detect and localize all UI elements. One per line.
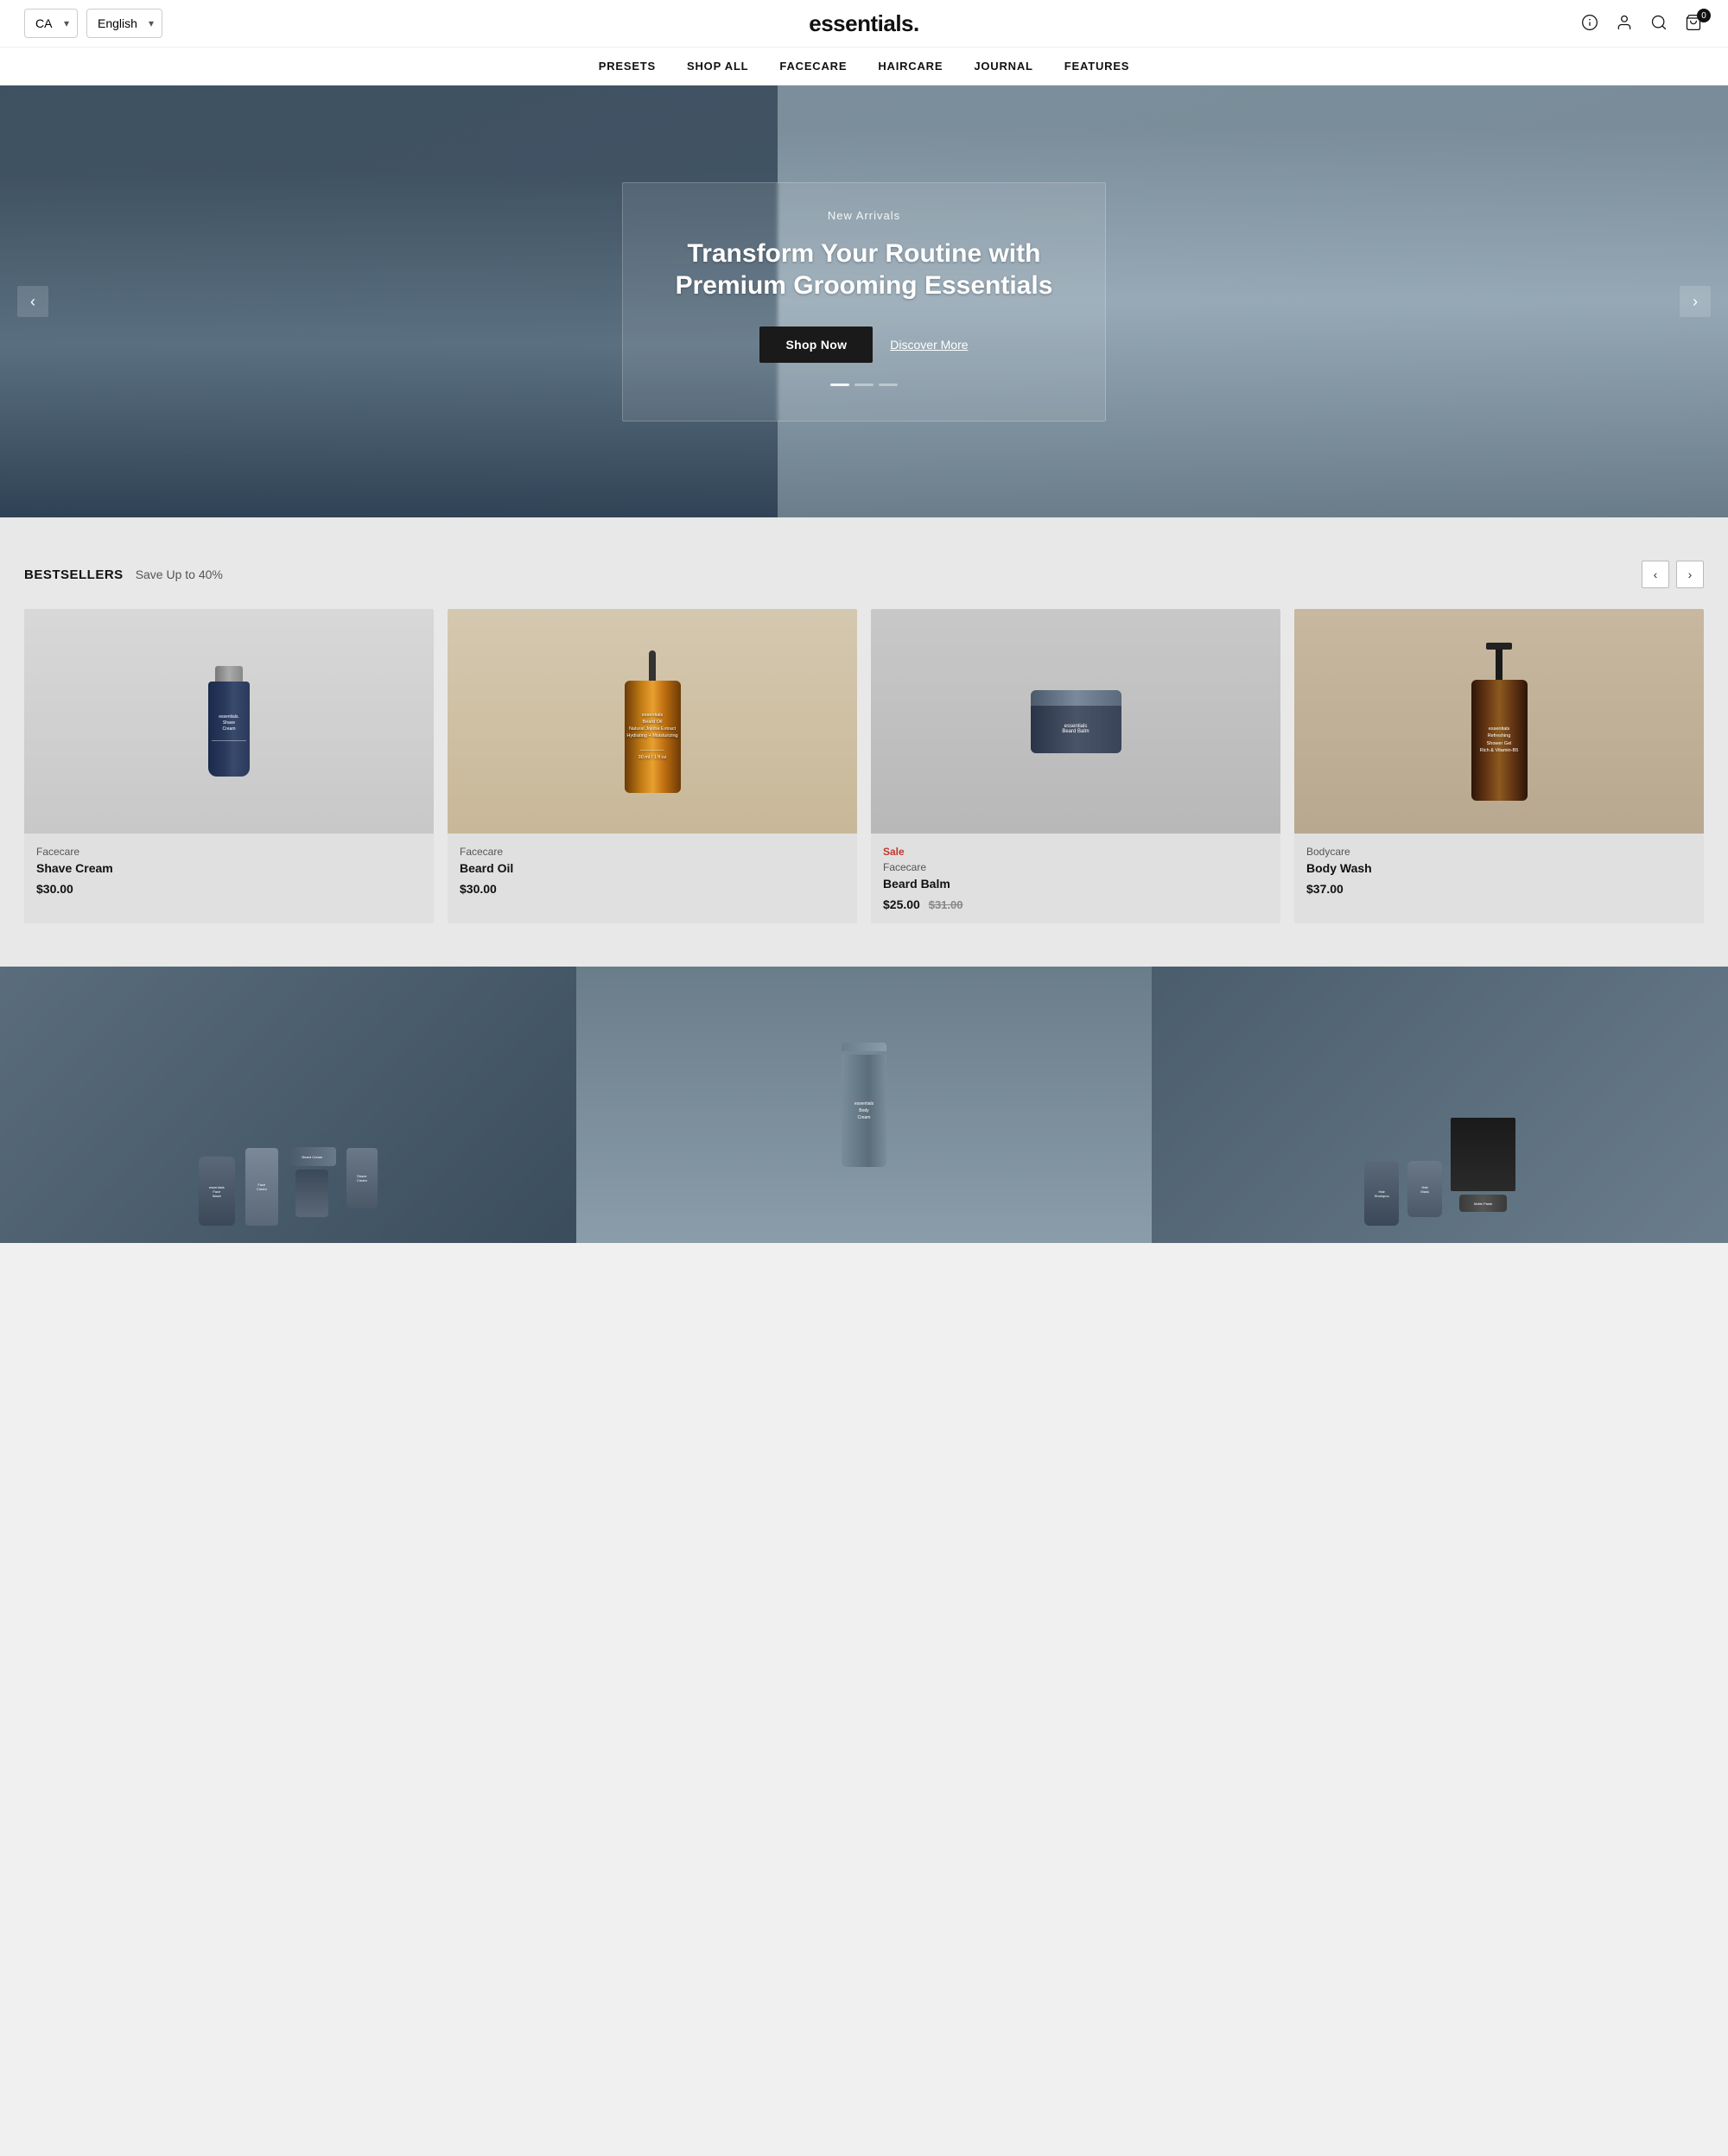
hero-dot-1[interactable] [830, 384, 849, 386]
language-select-wrapper: English [86, 9, 162, 38]
hero-content: New Arrivals Transform Your Routine with… [605, 165, 1123, 439]
shop-now-button[interactable]: Shop Now [759, 327, 873, 363]
header-top: CA English essentials. 0 [0, 0, 1728, 47]
hero-buttons: Shop Now Discover More [658, 327, 1070, 363]
hero-tag: New Arrivals [658, 209, 1070, 222]
body-wash-pump-neck [1496, 650, 1502, 680]
shave-cream-body: essentials.ShaveCream———————— [208, 682, 250, 777]
hero-prev-button[interactable]: ‹ [17, 286, 48, 317]
banner-panel-haircare[interactable]: HairShampoo HairMask Matte Paste [1152, 967, 1728, 1243]
banner-section: essentialsFaceWash FaceCream Beard Cream… [0, 967, 1728, 1243]
product-category-shave-cream: Facecare [36, 846, 422, 858]
bestsellers-subtitle: Save Up to 40% [136, 568, 223, 581]
bestsellers-nav: ‹ › [1642, 561, 1704, 588]
cart-count: 0 [1697, 9, 1711, 22]
nav-features[interactable]: FEATURES [1064, 60, 1130, 73]
product-image-shave-cream: essentials.ShaveCream———————— [24, 609, 434, 834]
product-name-beard-oil: Beard Oil [460, 861, 845, 875]
body-wash-pump-head [1486, 643, 1512, 650]
site-logo[interactable]: essentials. [809, 10, 918, 37]
country-select-wrapper: CA [24, 9, 78, 38]
beard-oil-label: essentialsBeard OilNatural Jojoba Extrac… [626, 712, 677, 762]
hero-dot-3[interactable] [879, 384, 898, 386]
product-image-beard-balm: essentialsBeard Balm [871, 609, 1280, 834]
product-image-beard-oil: essentialsBeard OilNatural Jojoba Extrac… [448, 609, 857, 834]
bestsellers-section: BESTSELLERS Save Up to 40% ‹ › essential… [0, 517, 1728, 967]
body-wash-body: essentialsRefreshingShower GelRich & Vit… [1471, 680, 1528, 801]
product-price-beard-oil: $30.00 [460, 882, 845, 896]
nav-haircare[interactable]: HAIRCARE [878, 60, 943, 73]
discover-more-button[interactable]: Discover More [890, 338, 968, 352]
banner-panel-bodycare[interactable]: essentialsBodyCream [576, 967, 1153, 1243]
bestsellers-title: BESTSELLERS [24, 568, 124, 582]
hero-title: Transform Your Routine with Premium Groo… [658, 238, 1070, 302]
bestsellers-title-group: BESTSELLERS Save Up to 40% [24, 568, 223, 582]
hero-dot-2[interactable] [854, 384, 874, 386]
nav-presets[interactable]: PRESETS [599, 60, 656, 73]
header-icons: 0 [1581, 14, 1704, 33]
bestsellers-prev-button[interactable]: ‹ [1642, 561, 1669, 588]
product-info-beard-balm: Sale Facecare Beard Balm $25.00 $31.00 [871, 834, 1280, 923]
product-price-shave-cream: $30.00 [36, 882, 422, 896]
nav-facecare[interactable]: FACECARE [779, 60, 847, 73]
hero-dots [658, 384, 1070, 386]
cart-icon[interactable]: 0 [1685, 14, 1704, 33]
price-sale-beard-balm: $25.00 [883, 897, 920, 911]
products-grid: essentials.ShaveCream———————— Facecare S… [24, 609, 1704, 923]
beard-oil-visual: essentialsBeard OilNatural Jojoba Extrac… [625, 650, 681, 793]
beard-balm-visual: essentialsBeard Balm [1031, 690, 1121, 753]
country-select[interactable]: CA [24, 9, 78, 38]
language-select[interactable]: English [86, 9, 162, 38]
hero-frame: New Arrivals Transform Your Routine with… [622, 182, 1106, 422]
banner-panel-facecare[interactable]: essentialsFaceWash FaceCream Beard Cream… [0, 967, 576, 1243]
info-icon[interactable] [1581, 14, 1600, 33]
product-card-body-wash[interactable]: essentialsRefreshingShower GelRich & Vit… [1294, 609, 1704, 923]
product-card-shave-cream[interactable]: essentials.ShaveCream———————— Facecare S… [24, 609, 434, 923]
main-nav: PRESETS SHOP ALL FACECARE HAIRCARE JOURN… [0, 47, 1728, 85]
body-wash-label: essentialsRefreshingShower GelRich & Vit… [1480, 726, 1519, 754]
site-header: CA English essentials. 0 [0, 0, 1728, 86]
beard-oil-body: essentialsBeard OilNatural Jojoba Extrac… [625, 681, 681, 793]
product-category-beard-balm: Facecare [883, 861, 1268, 873]
beard-balm-lid [1031, 690, 1121, 706]
body-wash-visual: essentialsRefreshingShower GelRich & Vit… [1471, 643, 1528, 801]
product-price-beard-balm: $25.00 $31.00 [883, 897, 1268, 911]
shave-cream-visual: essentials.ShaveCream———————— [208, 666, 250, 777]
product-card-beard-oil[interactable]: essentialsBeard OilNatural Jojoba Extrac… [448, 609, 857, 923]
product-category-beard-oil: Facecare [460, 846, 845, 858]
price-original-beard-balm: $31.00 [929, 898, 963, 911]
beard-oil-dropper [649, 650, 656, 681]
nav-journal[interactable]: JOURNAL [974, 60, 1032, 73]
beard-balm-label: essentialsBeard Balm [1062, 724, 1089, 734]
product-price-body-wash: $37.00 [1306, 882, 1692, 896]
header-selects: CA English [24, 9, 162, 38]
product-info-beard-oil: Facecare Beard Oil $30.00 [448, 834, 857, 908]
sale-badge: Sale [883, 846, 1268, 858]
bestsellers-next-button[interactable]: › [1676, 561, 1704, 588]
bestsellers-header: BESTSELLERS Save Up to 40% ‹ › [24, 561, 1704, 588]
product-image-body-wash: essentialsRefreshingShower GelRich & Vit… [1294, 609, 1704, 834]
search-icon[interactable] [1650, 14, 1669, 33]
product-card-beard-balm[interactable]: essentialsBeard Balm Sale Facecare Beard… [871, 609, 1280, 923]
body-wash-pump [1486, 643, 1512, 680]
beard-balm-body: essentialsBeard Balm [1031, 706, 1121, 753]
product-name-shave-cream: Shave Cream [36, 861, 422, 875]
hero-section: ‹ New Arrivals Transform Your Routine wi… [0, 86, 1728, 517]
shave-cream-cap [215, 666, 243, 682]
product-info-shave-cream: Facecare Shave Cream $30.00 [24, 834, 434, 908]
account-icon[interactable] [1616, 14, 1635, 33]
product-info-body-wash: Bodycare Body Wash $37.00 [1294, 834, 1704, 908]
shave-cream-label: essentials.ShaveCream———————— [212, 714, 246, 745]
nav-shop-all[interactable]: SHOP ALL [687, 60, 748, 73]
product-name-beard-balm: Beard Balm [883, 877, 1268, 891]
product-name-body-wash: Body Wash [1306, 861, 1692, 875]
hero-next-button[interactable]: › [1680, 286, 1711, 317]
product-category-body-wash: Bodycare [1306, 846, 1692, 858]
